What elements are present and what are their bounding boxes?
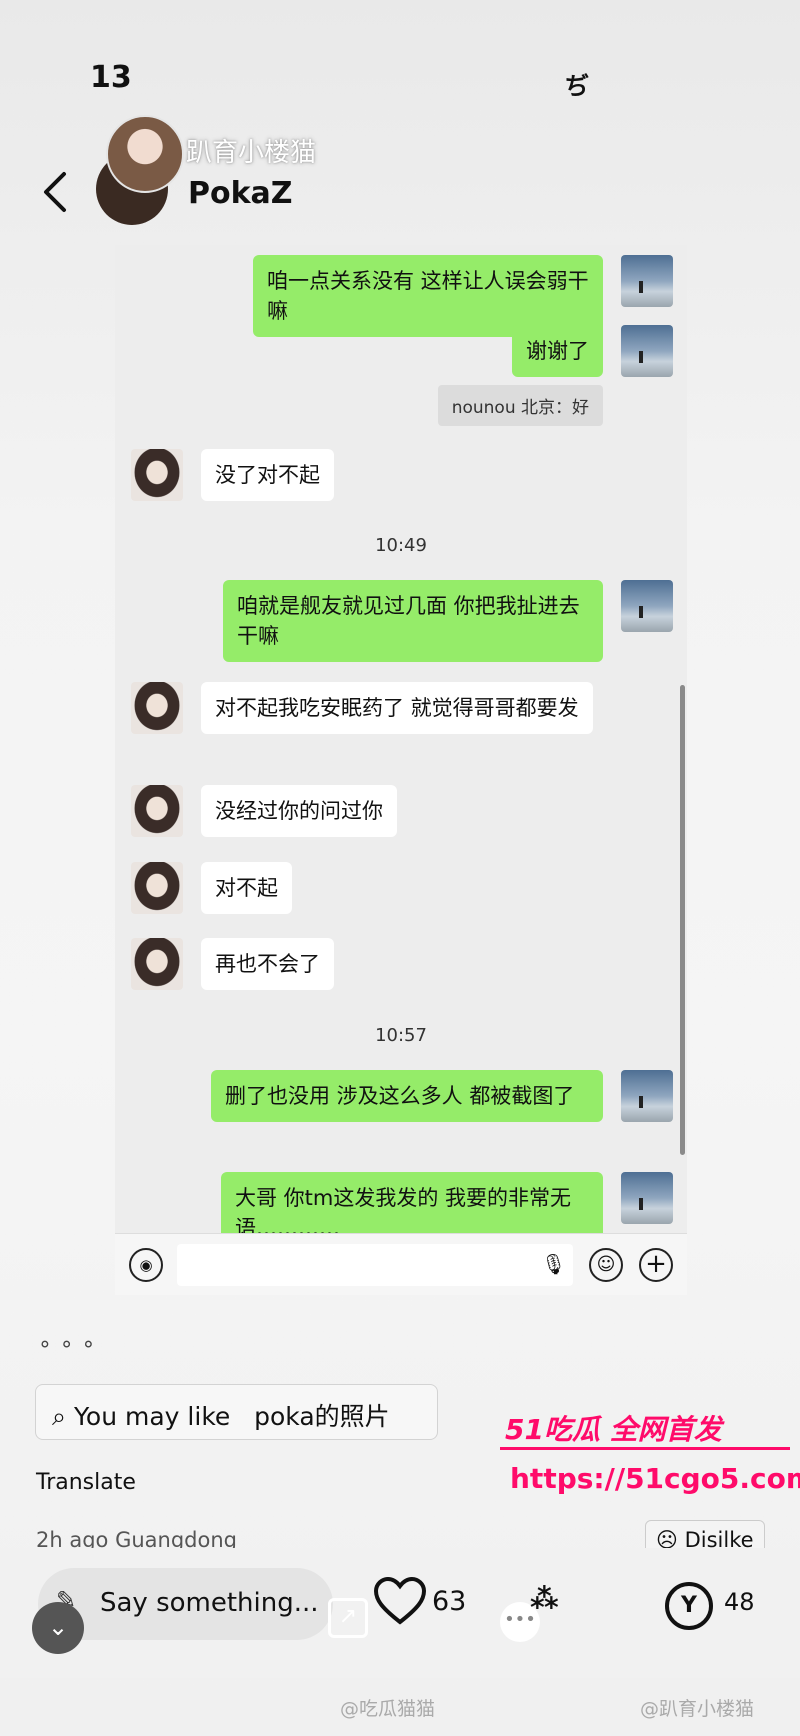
favorite-icon[interactable]: Y xyxy=(665,1582,713,1630)
sender-avatar xyxy=(621,325,673,377)
watermark-title: 51吃瓜 全网首发 xyxy=(505,1413,722,1446)
quoted-reply: nounou 北京：好 xyxy=(437,385,603,426)
header-subtitle: 趴育小楼猫 xyxy=(186,138,317,168)
chat-bubble-received: 没经过你的问过你 xyxy=(201,785,397,837)
you-may-like-label: You may like xyxy=(73,1402,231,1431)
you-may-like-query: poka的照片 xyxy=(254,1402,390,1431)
receiver-avatar xyxy=(131,449,183,501)
chat-bubble-sent: 谢谢了 xyxy=(512,325,603,377)
back-arrow-icon[interactable] xyxy=(38,168,72,216)
receiver-avatar xyxy=(131,785,183,837)
emoji-icon[interactable]: ☺ xyxy=(589,1248,623,1282)
chat-bubble-sent: 咱就是舰友就见过几面 你把我扯进去干嘛 xyxy=(223,580,603,662)
pager-dots: ∘∘∘ xyxy=(38,1332,104,1357)
footer-watermark-right: @趴育小楼猫 xyxy=(640,1698,755,1720)
heart-icon[interactable] xyxy=(372,1576,428,1626)
chat-bubble-received: 对不起 xyxy=(201,862,292,914)
microphone-icon[interactable]: 🎙 xyxy=(541,1252,566,1276)
chat-bubble-received: 对不起我吃安眠药了 就觉得哥哥都要发 xyxy=(201,682,593,734)
chat-bubble-sent: 删了也没用 涉及这么多人 都被截图了 xyxy=(211,1070,603,1122)
translate-link[interactable]: Translate xyxy=(36,1470,136,1495)
status-network-icon: ぢ xyxy=(565,72,589,100)
like-count: 63 xyxy=(432,1586,467,1617)
chat-text-field[interactable] xyxy=(177,1244,573,1286)
chat-bubble-received: 没了对不起 xyxy=(201,449,334,501)
favorite-count: 48 xyxy=(724,1588,755,1616)
voice-icon[interactable]: ◉ xyxy=(129,1248,163,1282)
sender-avatar xyxy=(621,255,673,307)
chat-timestamp: 10:49 xyxy=(375,535,427,556)
chat-timestamp: 10:57 xyxy=(375,1025,427,1046)
receiver-avatar xyxy=(131,862,183,914)
author-name[interactable]: PokaZ xyxy=(188,176,293,211)
collapse-chevron-icon[interactable]: ⌄ xyxy=(32,1602,84,1654)
plus-icon[interactable]: + xyxy=(639,1248,673,1282)
chat-scrollbar[interactable] xyxy=(680,685,685,1155)
status-time: 13 xyxy=(90,60,132,95)
avatar-front xyxy=(106,115,184,193)
footer-watermark-left: @吃瓜猫猫 xyxy=(340,1698,436,1720)
you-may-like-search[interactable]: ⌕ You may like poka的照片 xyxy=(35,1384,438,1440)
avatar[interactable] xyxy=(96,115,186,227)
chat-screenshot[interactable]: 咱一点关系没有 这样让人误会弱干嘛 谢谢了 nounou 北京：好 没了对不起 … xyxy=(115,245,687,1295)
sender-avatar xyxy=(621,1070,673,1122)
receiver-avatar xyxy=(131,682,183,734)
sender-avatar xyxy=(621,580,673,632)
sparkle-icon[interactable]: ⁂ xyxy=(530,1582,559,1615)
chat-input-bar: ◉ 🎙 ☺ + xyxy=(115,1233,687,1295)
search-icon: ⌕ xyxy=(52,1402,67,1431)
sender-avatar xyxy=(621,1172,673,1224)
watermark-url: https://51cgo5.com xyxy=(510,1462,800,1495)
chat-bubble-received: 再也不会了 xyxy=(201,938,334,990)
receiver-avatar xyxy=(131,938,183,990)
share-icon[interactable]: ↗ xyxy=(328,1598,368,1638)
